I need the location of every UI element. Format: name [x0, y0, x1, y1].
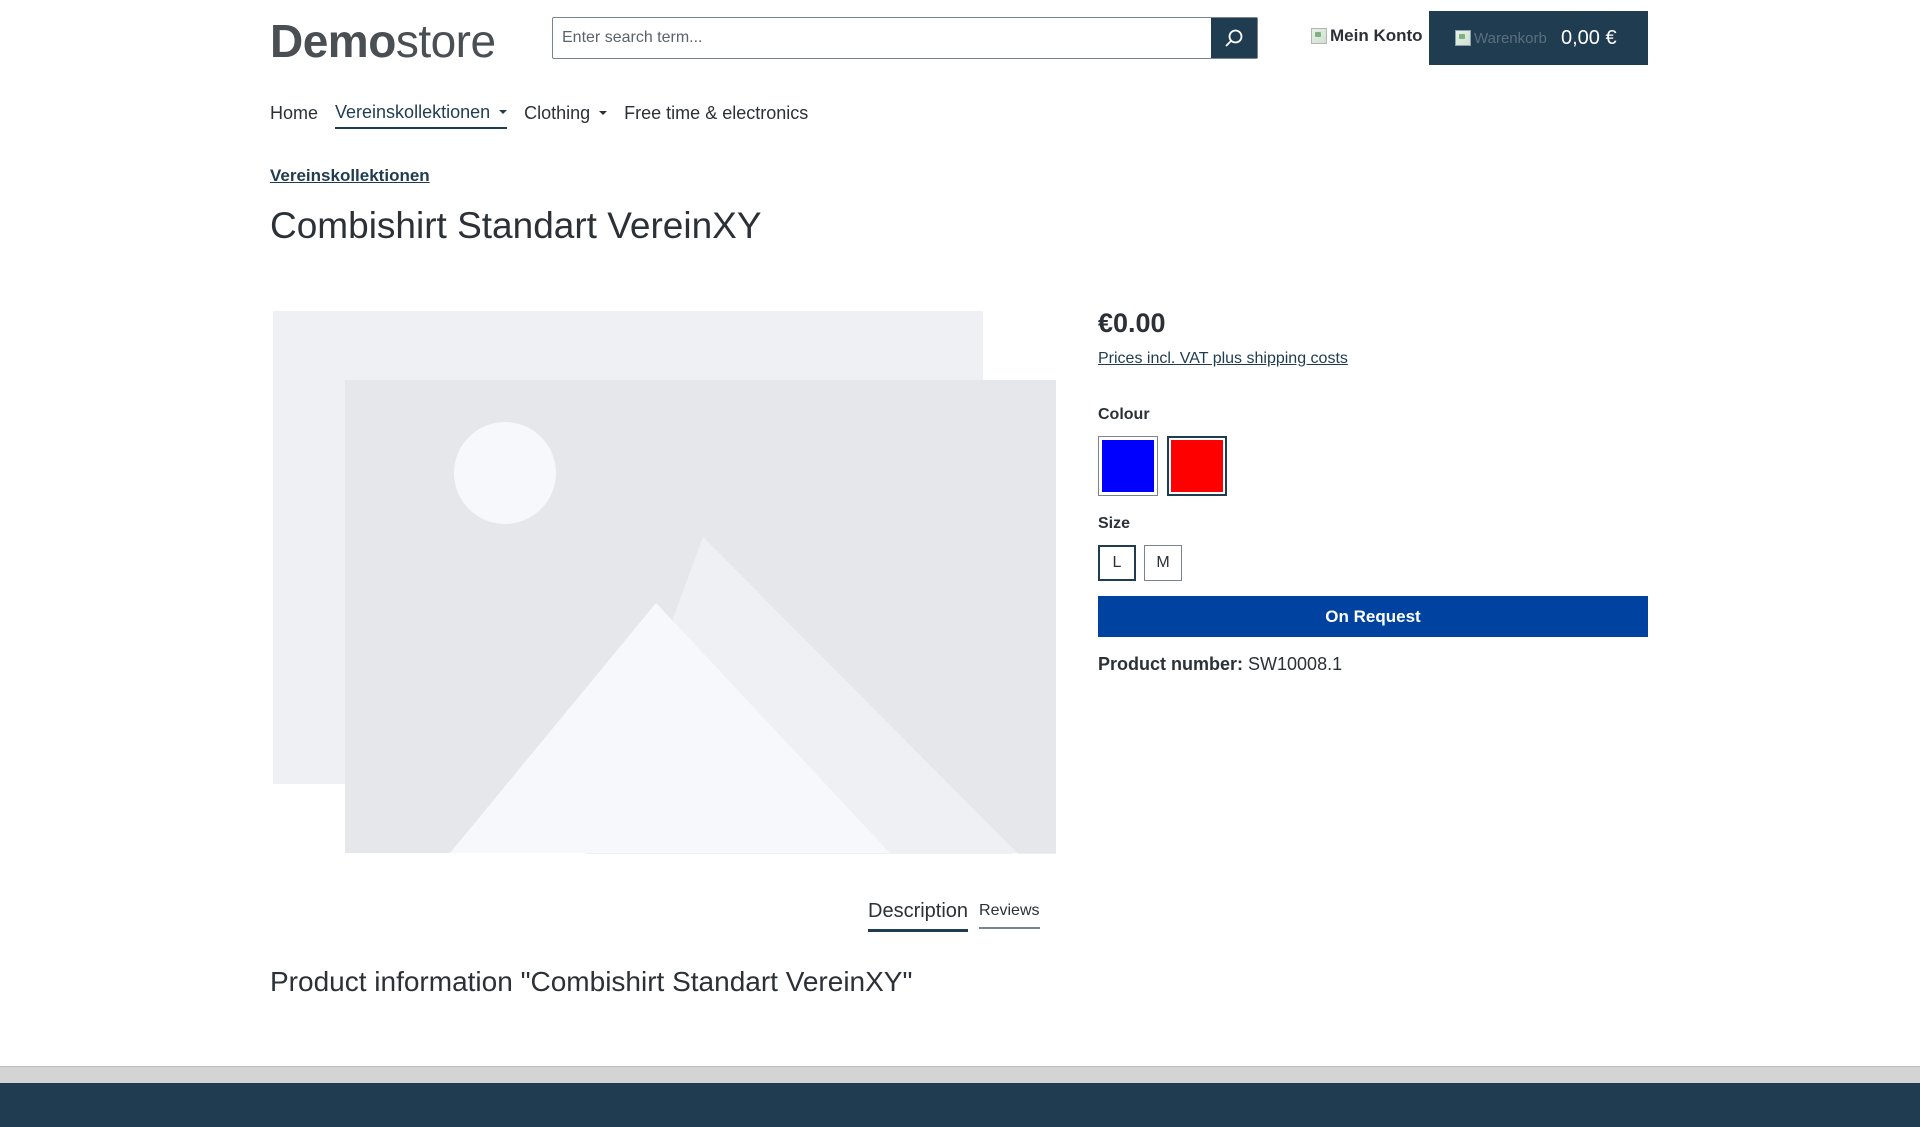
breadcrumb[interactable]: Vereinskollektionen: [270, 166, 430, 186]
colour-label: Colour: [1098, 406, 1150, 423]
on-request-button[interactable]: On Request: [1098, 596, 1648, 637]
footer: [0, 1083, 1920, 1127]
cart-image: Warenkorb: [1455, 30, 1561, 47]
size-option-l[interactable]: L: [1098, 545, 1136, 581]
tab-reviews[interactable]: Reviews: [979, 902, 1040, 929]
main-navigation: Home Vereinskollektionen Clothing Free t…: [270, 100, 825, 130]
product-number-value: SW10008.1: [1248, 654, 1343, 674]
size-label: Size: [1098, 515, 1131, 532]
size-option-m[interactable]: M: [1144, 545, 1182, 581]
swatch-fill: [1171, 440, 1223, 492]
account-label: Mein Konto: [1330, 26, 1423, 45]
header: Demostore Mein Konto Warenkorb 0,00 €: [0, 0, 1920, 80]
search-icon: [1225, 29, 1243, 47]
tab-description[interactable]: Description: [868, 900, 969, 932]
logo-light-text: store: [395, 15, 496, 67]
vat-shipping-link[interactable]: Prices incl. VAT plus shipping costs: [1098, 350, 1348, 368]
cart-image-alt-text: Warenkorb: [1474, 29, 1547, 47]
swatch-fill: [1102, 440, 1154, 492]
logo-bold-text: Demo: [270, 15, 396, 67]
nav-item-label: Clothing: [524, 102, 591, 123]
account-link[interactable]: Mein Konto: [1311, 24, 1423, 48]
nav-item-label: Free time & electronics: [624, 102, 809, 123]
size-options: L M: [1098, 545, 1190, 581]
footer-divider: [0, 1066, 1920, 1083]
chevron-down-icon: [599, 111, 608, 115]
chevron-down-icon: [499, 110, 508, 114]
nav-item-vereinskollektionen[interactable]: Vereinskollektionen: [335, 101, 508, 129]
product-tabs: Description Reviews: [868, 900, 1040, 936]
product-price: €0.00: [1098, 308, 1166, 338]
image-placeholder-icon: [273, 311, 1056, 898]
search-form: [552, 17, 1258, 59]
cart-image-icon: [1455, 30, 1471, 46]
product-number-label: Product number:: [1098, 654, 1244, 674]
search-input[interactable]: [553, 18, 1211, 58]
search-button[interactable]: [1211, 18, 1257, 58]
cart-total: 0,00 €: [1561, 26, 1617, 49]
colour-swatch-blue[interactable]: [1098, 436, 1158, 496]
product-image-placeholder: [270, 308, 1057, 898]
logo[interactable]: Demo store: [270, 18, 496, 64]
colour-options: [1098, 436, 1236, 496]
product-information-heading: Product information "Combishirt Standart…: [270, 966, 913, 997]
colour-swatch-red[interactable]: [1167, 436, 1227, 496]
product-number: Product number: SW10008.1: [1098, 654, 1342, 675]
page-title: Combishirt Standart VereinXY: [270, 205, 762, 246]
cart-button[interactable]: Warenkorb 0,00 €: [1429, 11, 1648, 65]
nav-item-clothing[interactable]: Clothing: [524, 102, 608, 128]
nav-item-label: Vereinskollektionen: [335, 101, 491, 122]
nav-item-home[interactable]: Home: [270, 103, 318, 128]
nav-item-free-time-electronics[interactable]: Free time & electronics: [624, 103, 808, 128]
nav-item-label: Home: [270, 102, 319, 123]
account-image-icon: [1311, 28, 1327, 44]
